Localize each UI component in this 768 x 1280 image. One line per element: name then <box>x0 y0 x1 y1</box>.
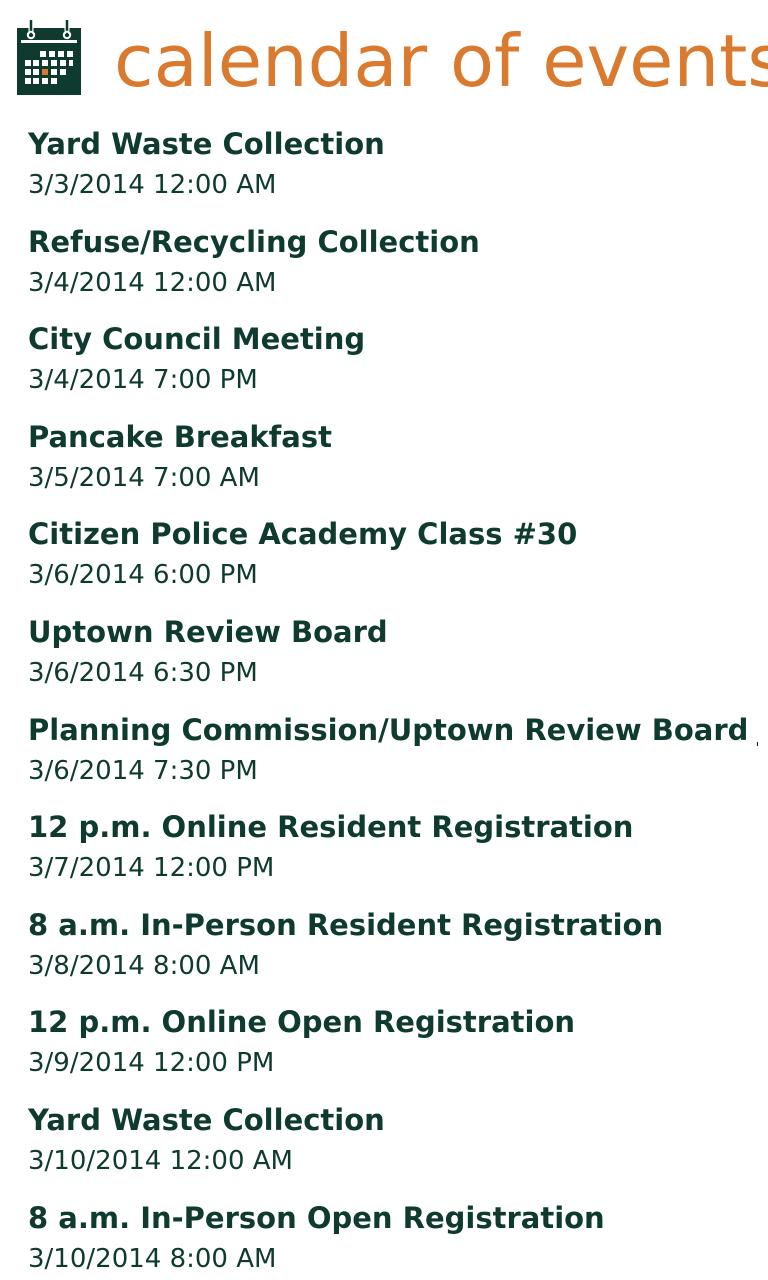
calendar-page: calendar of events Yard Waste Collection… <box>0 0 768 1280</box>
event-item[interactable]: 12 p.m. Online Open Registration 3/9/201… <box>28 1000 758 1098</box>
calendar-icon <box>17 20 81 95</box>
event-title: Uptown Review Board <box>28 614 388 649</box>
event-title: Pancake Breakfast <box>28 419 332 454</box>
event-title: 12 p.m. Online Open Registration <box>28 1005 576 1040</box>
event-title: 12 p.m. Online Resident Registration <box>28 810 634 845</box>
event-item[interactable]: Yard Waste Collection 3/10/2014 12:00 AM <box>28 1098 758 1196</box>
event-date: 3/6/2014 7:30 PM <box>28 755 258 786</box>
event-title: Yard Waste Collection <box>28 1102 385 1137</box>
event-date: 3/8/2014 8:00 AM <box>28 950 260 981</box>
event-title: Refuse/Recycling Collection <box>28 224 480 259</box>
event-date: 3/10/2014 12:00 AM <box>28 1145 293 1176</box>
event-title: 8 a.m. In-Person Open Registration <box>28 1200 605 1235</box>
page-header: calendar of events <box>0 0 768 110</box>
page-title: calendar of events <box>114 19 768 103</box>
event-date: 3/3/2014 12:00 AM <box>28 170 277 200</box>
event-title: Citizen Police Academy Class #30 <box>28 517 578 552</box>
event-date: 3/6/2014 6:30 PM <box>28 657 258 688</box>
event-title: Yard Waste Collection <box>28 127 385 161</box>
event-date: 3/6/2014 6:00 PM <box>28 560 258 591</box>
event-date: 3/4/2014 12:00 AM <box>28 267 277 298</box>
event-item[interactable]: City Council Meeting 3/4/2014 7:00 PM <box>28 317 758 415</box>
event-date: 3/10/2014 8:00 AM <box>28 1243 277 1274</box>
event-item[interactable]: 8 a.m. In-Person Resident Registration 3… <box>28 903 758 1001</box>
event-date: 3/7/2014 12:00 PM <box>28 853 275 884</box>
event-item[interactable]: Yard Waste Collection 3/3/2014 12:00 AM <box>28 122 758 220</box>
event-item[interactable]: Uptown Review Board 3/6/2014 6:30 PM <box>28 610 758 708</box>
event-item[interactable]: 8 a.m. In-Person Open Registration 3/10/… <box>28 1196 758 1280</box>
event-list: Yard Waste Collection 3/3/2014 12:00 AM … <box>28 122 758 1280</box>
event-date: 3/9/2014 12:00 PM <box>28 1048 275 1079</box>
event-item[interactable]: Pancake Breakfast 3/5/2014 7:00 AM <box>28 415 758 513</box>
event-date: 3/5/2014 7:00 AM <box>28 462 260 493</box>
event-item[interactable]: Refuse/Recycling Collection 3/4/2014 12:… <box>28 220 758 318</box>
event-item[interactable]: Planning Commission/Uptown Review Board … <box>28 708 758 806</box>
event-title: Planning Commission/Uptown Review Board … <box>28 712 758 747</box>
event-item[interactable]: Citizen Police Academy Class #30 3/6/201… <box>28 512 758 610</box>
event-title: 8 a.m. In-Person Resident Registration <box>28 907 664 942</box>
event-date: 3/4/2014 7:00 PM <box>28 365 258 396</box>
event-title: City Council Meeting <box>28 322 366 357</box>
event-item[interactable]: 12 p.m. Online Resident Registration 3/7… <box>28 805 758 903</box>
